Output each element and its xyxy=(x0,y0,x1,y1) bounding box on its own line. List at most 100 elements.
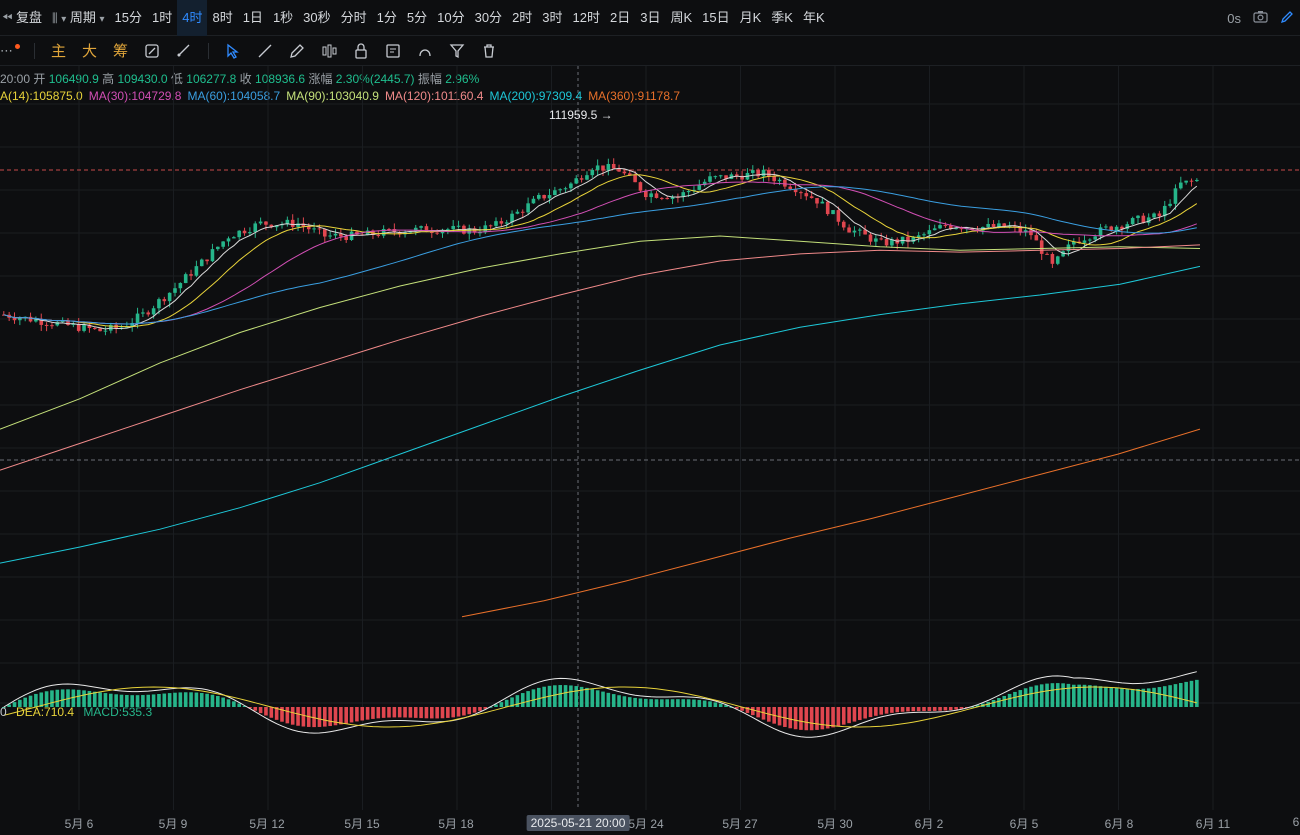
candle-body xyxy=(216,246,220,250)
candle-body xyxy=(686,191,691,193)
indicator-tab-big[interactable]: 大 xyxy=(82,40,97,61)
candle-body xyxy=(547,195,552,199)
trash-icon[interactable] xyxy=(480,42,498,60)
macd-histogram-bar xyxy=(499,702,504,707)
period-item[interactable]: 1秒 xyxy=(268,0,298,36)
candle-body xyxy=(1104,226,1108,228)
macd-histogram-bar xyxy=(1179,683,1183,707)
macd-histogram-bar xyxy=(927,707,932,711)
macd-histogram-bar xyxy=(852,707,857,722)
magnet-icon[interactable] xyxy=(416,42,434,60)
period-item[interactable]: 15分 xyxy=(110,0,147,36)
candle-body xyxy=(210,249,215,262)
candle-body xyxy=(542,194,546,199)
period-item[interactable]: 2日 xyxy=(605,0,635,36)
period-item[interactable]: 30秒 xyxy=(298,0,335,36)
macd-histogram-bar xyxy=(456,707,461,717)
period-item[interactable]: 12时 xyxy=(568,0,605,36)
x-axis-label: 5月 30 xyxy=(817,817,853,831)
period-item[interactable]: 3时 xyxy=(537,0,567,36)
price-chart[interactable] xyxy=(0,66,1300,810)
candle-body xyxy=(323,229,327,237)
period-item[interactable]: 年K xyxy=(798,0,830,36)
x-axis-label: 6月 5 xyxy=(1009,817,1039,831)
period-item[interactable]: 15日 xyxy=(697,0,734,36)
indicator-tab-chip[interactable]: 筹 xyxy=(113,40,128,61)
pen-draw-icon[interactable] xyxy=(288,42,306,60)
cursor-select-icon[interactable] xyxy=(224,42,242,60)
candle-body xyxy=(595,165,600,170)
macd-histogram-bar xyxy=(831,707,835,728)
period-item[interactable]: 5分 xyxy=(402,0,432,36)
pattern-icon[interactable] xyxy=(320,42,338,60)
note-edit-icon[interactable] xyxy=(384,42,402,60)
time-axis: 5月 6 5月 9 5月 12 5月 15 5月 18 5月 24 5月 27 5月 30 6月… xyxy=(0,810,1300,835)
rewind-icon: ⏪︎ xyxy=(2,9,13,25)
countdown-label: 0s xyxy=(1227,10,1241,26)
macd-histogram-bar xyxy=(948,707,953,711)
ruler-measure-icon[interactable] xyxy=(175,42,193,60)
period-item[interactable]: 8时 xyxy=(207,0,237,36)
candle-body xyxy=(1136,215,1140,219)
period-menu-button[interactable]: ⫼ ▾ 周期 ▾ xyxy=(47,0,109,36)
candle-body xyxy=(606,163,611,171)
period-item[interactable]: 1分 xyxy=(372,0,402,36)
macd-histogram-bar xyxy=(285,707,290,724)
macd-histogram-bar xyxy=(371,707,375,719)
macd-legend: 0 DEA:710.4 MACD:535.3 xyxy=(0,705,153,719)
macd-histogram-bar xyxy=(526,691,530,707)
candle-body xyxy=(579,178,584,180)
period-item[interactable]: 10分 xyxy=(432,0,469,36)
period-item[interactable]: 4时 xyxy=(177,0,208,36)
macd-histogram-bar xyxy=(916,707,921,712)
macd-histogram-bar xyxy=(911,707,916,712)
replay-button[interactable]: ⏪︎ 复盘 xyxy=(0,0,47,36)
macd-histogram-bar xyxy=(793,707,798,730)
period-item[interactable]: 月K xyxy=(735,0,767,36)
period-item[interactable]: 季K xyxy=(766,0,798,36)
candle-body xyxy=(611,163,616,169)
macd-histogram-bar xyxy=(1007,693,1012,707)
filter-icon[interactable] xyxy=(448,42,466,60)
macd-histogram-bar xyxy=(317,707,322,727)
period-item[interactable]: 2时 xyxy=(507,0,537,36)
x-axis-label: 5月 6 xyxy=(64,817,94,831)
macd-histogram-bar xyxy=(815,707,819,730)
period-item[interactable]: 1日 xyxy=(238,0,268,36)
candle-body xyxy=(767,169,771,177)
candle-body xyxy=(1173,188,1178,204)
candle-body xyxy=(328,235,332,237)
drawing-toolbar: ⋯ 主 大 筹 xyxy=(0,36,1300,66)
compare-icon[interactable] xyxy=(143,42,161,60)
candle-body xyxy=(178,283,183,289)
candle-body xyxy=(847,227,851,233)
period-item[interactable]: 1时 xyxy=(147,0,177,36)
candle-body xyxy=(146,312,151,315)
macd-histogram-bar xyxy=(1098,686,1103,707)
macd-histogram-bar xyxy=(397,707,402,718)
period-item[interactable]: 3日 xyxy=(635,0,665,36)
macd-histogram-bar xyxy=(718,703,723,707)
candle-body xyxy=(205,259,209,262)
macd-histogram-bar xyxy=(686,699,691,707)
indicator-tab-main[interactable]: 主 xyxy=(51,40,66,61)
macd-histogram-bar xyxy=(809,707,814,731)
candle-body xyxy=(751,170,755,173)
camera-icon[interactable] xyxy=(1253,10,1268,26)
period-item[interactable]: 30分 xyxy=(470,0,507,36)
candle-body xyxy=(531,198,536,204)
more-icon[interactable]: ⋯ xyxy=(0,43,13,59)
macd-histogram-bar xyxy=(328,707,332,727)
macd-histogram-bar xyxy=(649,699,653,707)
macd-histogram-bar xyxy=(221,697,225,707)
chevron-down-icon: ▾ xyxy=(61,13,67,25)
candle-body xyxy=(825,201,830,215)
candle-body xyxy=(1029,230,1033,236)
trend-line-icon[interactable] xyxy=(256,42,274,60)
candle-body xyxy=(799,192,803,194)
macd-histogram-bar xyxy=(1039,684,1044,707)
lock-icon[interactable] xyxy=(352,42,370,60)
edit-pencil-icon[interactable] xyxy=(1280,10,1294,27)
period-item[interactable]: 分时 xyxy=(336,0,372,36)
period-item[interactable]: 周K xyxy=(665,0,697,36)
